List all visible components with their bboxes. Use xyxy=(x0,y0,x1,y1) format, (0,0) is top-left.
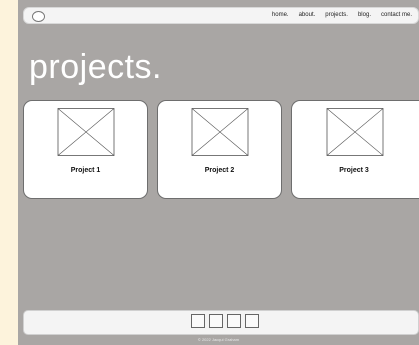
project-card-2[interactable]: Project 2 xyxy=(157,100,282,199)
social-placeholder-icon[interactable] xyxy=(227,314,241,328)
project-card-3[interactable]: Project 3 xyxy=(291,100,419,199)
page: home. about. projects. blog. contact me.… xyxy=(18,0,419,345)
social-placeholder-icon[interactable] xyxy=(209,314,223,328)
nav-link-blog[interactable]: blog. xyxy=(358,11,371,20)
project-card-1[interactable]: Project 1 xyxy=(23,100,148,199)
image-placeholder-icon xyxy=(191,108,248,156)
image-placeholder-icon xyxy=(57,108,114,156)
social-placeholder-icon[interactable] xyxy=(245,314,259,328)
nav-link-home[interactable]: home. xyxy=(272,11,289,20)
social-links xyxy=(191,314,259,328)
page-title: projects. xyxy=(29,48,162,86)
footer-bar xyxy=(23,310,419,335)
nav-link-projects[interactable]: projects. xyxy=(325,11,348,20)
social-placeholder-icon[interactable] xyxy=(191,314,205,328)
project-title: Project 3 xyxy=(339,167,369,174)
logo-icon[interactable] xyxy=(32,11,45,22)
nav-link-contact[interactable]: contact me. xyxy=(381,11,412,20)
image-placeholder-icon xyxy=(326,108,384,156)
side-strip xyxy=(0,0,18,345)
copyright-text: © 2022 Jacqui Graham xyxy=(197,337,240,342)
nav-links: home. about. projects. blog. contact me. xyxy=(272,11,412,20)
project-title: Project 1 xyxy=(70,167,101,174)
navbar: home. about. projects. blog. contact me. xyxy=(23,7,419,24)
project-title: Project 2 xyxy=(204,167,235,174)
nav-link-about[interactable]: about. xyxy=(299,11,316,20)
